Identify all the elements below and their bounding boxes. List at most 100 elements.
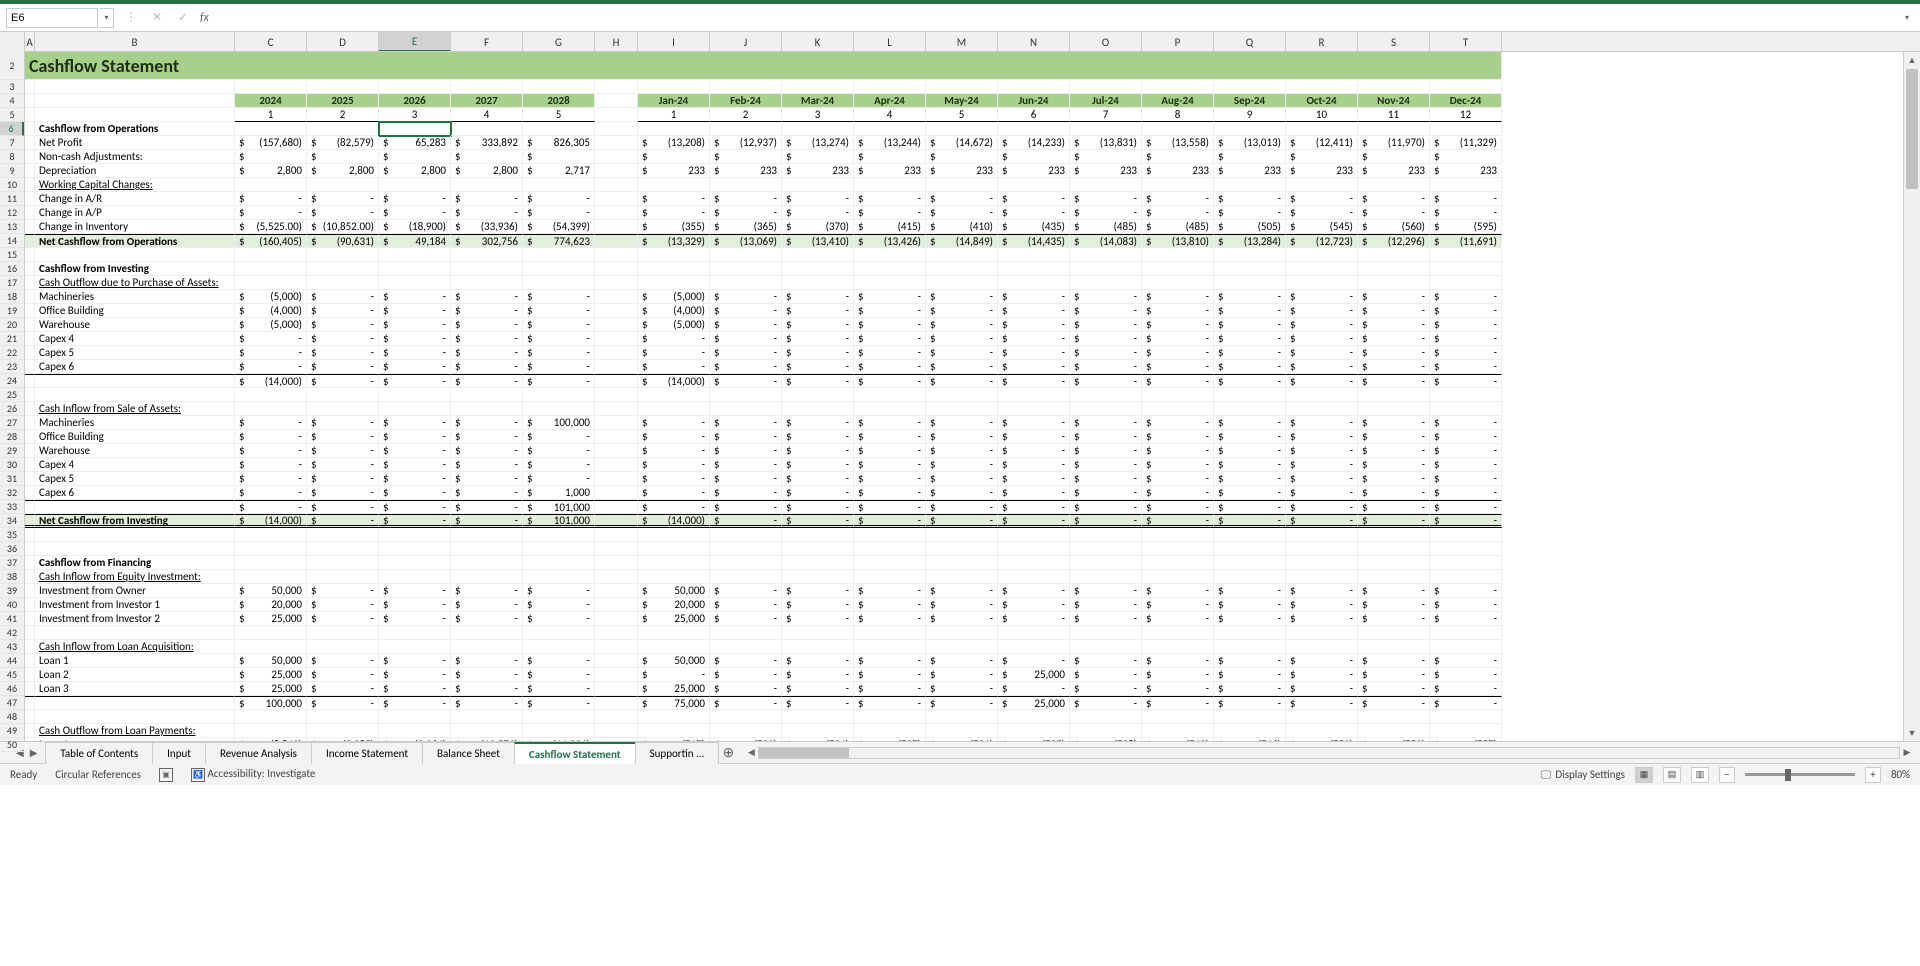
cell[interactable]: $- bbox=[1142, 430, 1214, 444]
cell[interactable] bbox=[523, 724, 595, 738]
cell[interactable] bbox=[25, 248, 35, 262]
col-header-I[interactable]: I bbox=[638, 32, 710, 51]
col-header-J[interactable]: J bbox=[710, 32, 782, 51]
cell[interactable]: $- bbox=[1430, 500, 1502, 514]
cell[interactable]: $- bbox=[235, 332, 307, 346]
cell[interactable] bbox=[638, 178, 710, 192]
sheet-tab[interactable]: Table of Contents bbox=[45, 742, 153, 764]
cell[interactable] bbox=[235, 402, 307, 416]
cell[interactable]: $233 bbox=[782, 164, 854, 178]
row-header-25[interactable]: 25 bbox=[0, 388, 24, 402]
cell[interactable]: $(13,410) bbox=[782, 234, 854, 248]
cell[interactable] bbox=[1070, 626, 1142, 640]
row-header-10[interactable]: 10 bbox=[0, 178, 24, 192]
cell[interactable] bbox=[638, 122, 710, 136]
month-header[interactable]: Sep-24 bbox=[1214, 94, 1286, 108]
col-header-E[interactable]: E bbox=[379, 32, 451, 51]
cell[interactable]: $(18,900) bbox=[379, 220, 451, 234]
cell[interactable]: $- bbox=[523, 360, 595, 374]
cell[interactable] bbox=[710, 542, 782, 556]
cell[interactable]: $- bbox=[782, 318, 854, 332]
cell[interactable] bbox=[1286, 122, 1358, 136]
cell[interactable]: $- bbox=[782, 696, 854, 710]
cell[interactable] bbox=[782, 542, 854, 556]
cell[interactable] bbox=[235, 710, 307, 724]
cell[interactable]: $- bbox=[710, 668, 782, 682]
row-label[interactable]: Net Cashflow from Operations bbox=[35, 234, 235, 248]
cell[interactable]: $(13,558) bbox=[1142, 136, 1214, 150]
cell[interactable] bbox=[1430, 556, 1502, 570]
cell[interactable]: $(4,000) bbox=[638, 304, 710, 318]
cell[interactable] bbox=[1430, 710, 1502, 724]
cell[interactable] bbox=[307, 640, 379, 654]
cell[interactable]: $- bbox=[854, 430, 926, 444]
cell[interactable]: $(11,329) bbox=[1430, 136, 1502, 150]
cell[interactable] bbox=[1214, 388, 1286, 402]
row-header-18[interactable]: 18 bbox=[0, 290, 24, 304]
cell[interactable]: $- bbox=[998, 346, 1070, 360]
cell[interactable] bbox=[926, 388, 998, 402]
cell[interactable]: $- bbox=[782, 290, 854, 304]
cell[interactable]: $- bbox=[1214, 206, 1286, 220]
cell[interactable]: $- bbox=[926, 682, 998, 696]
cell[interactable]: $(10,852.00) bbox=[307, 220, 379, 234]
cell[interactable]: $ bbox=[451, 150, 523, 164]
cell[interactable] bbox=[25, 472, 35, 486]
cell[interactable]: $- bbox=[926, 668, 998, 682]
col-header-P[interactable]: P bbox=[1142, 32, 1214, 51]
cell[interactable] bbox=[1142, 626, 1214, 640]
vertical-scrollbar[interactable]: ▲ ▼ bbox=[1903, 52, 1920, 741]
cell[interactable]: $- bbox=[638, 472, 710, 486]
cell[interactable]: $- bbox=[379, 374, 451, 388]
cell[interactable] bbox=[595, 178, 638, 192]
year-header[interactable]: 2027 bbox=[451, 94, 523, 108]
cell[interactable] bbox=[854, 626, 926, 640]
sheet-tab[interactable]: Income Statement bbox=[311, 742, 423, 764]
cell[interactable]: $- bbox=[926, 472, 998, 486]
cell[interactable] bbox=[638, 570, 710, 584]
cell[interactable]: $- bbox=[1358, 360, 1430, 374]
cell[interactable]: $233 bbox=[710, 164, 782, 178]
cell[interactable] bbox=[595, 290, 638, 304]
cell[interactable] bbox=[1214, 178, 1286, 192]
cell[interactable]: $- bbox=[1214, 668, 1286, 682]
cell[interactable] bbox=[523, 570, 595, 584]
cell[interactable]: $- bbox=[926, 430, 998, 444]
cell[interactable]: $- bbox=[638, 668, 710, 682]
cell[interactable] bbox=[1070, 528, 1142, 542]
cell[interactable]: $- bbox=[1214, 416, 1286, 430]
cell[interactable] bbox=[926, 626, 998, 640]
cell[interactable]: $- bbox=[638, 332, 710, 346]
cell[interactable] bbox=[235, 724, 307, 738]
cell[interactable]: $- bbox=[1358, 500, 1430, 514]
cell[interactable]: $- bbox=[1358, 612, 1430, 626]
cell[interactable] bbox=[1142, 640, 1214, 654]
cell[interactable] bbox=[25, 710, 35, 724]
row-label[interactable]: Capex 4 bbox=[35, 332, 235, 346]
col-header-C[interactable]: C bbox=[235, 32, 307, 51]
row-label[interactable] bbox=[35, 374, 235, 388]
cell[interactable] bbox=[25, 528, 35, 542]
cell[interactable] bbox=[25, 318, 35, 332]
cell[interactable] bbox=[1142, 724, 1214, 738]
cell[interactable] bbox=[523, 276, 595, 290]
cell[interactable] bbox=[1358, 724, 1430, 738]
cell[interactable]: $- bbox=[1142, 500, 1214, 514]
cell[interactable]: $- bbox=[998, 360, 1070, 374]
cell[interactable]: $- bbox=[379, 360, 451, 374]
cell[interactable] bbox=[782, 724, 854, 738]
cell[interactable] bbox=[1286, 248, 1358, 262]
cell[interactable] bbox=[782, 570, 854, 584]
cell[interactable]: $(13,329) bbox=[638, 234, 710, 248]
cell[interactable]: $- bbox=[307, 346, 379, 360]
cell[interactable] bbox=[595, 682, 638, 696]
cell[interactable] bbox=[25, 346, 35, 360]
cell[interactable] bbox=[235, 80, 307, 94]
cell[interactable] bbox=[782, 640, 854, 654]
cell[interactable] bbox=[235, 178, 307, 192]
cell[interactable]: $(731) bbox=[926, 738, 998, 741]
cell[interactable] bbox=[451, 710, 523, 724]
cell[interactable] bbox=[1142, 528, 1214, 542]
cell[interactable] bbox=[998, 276, 1070, 290]
cell[interactable] bbox=[1070, 570, 1142, 584]
